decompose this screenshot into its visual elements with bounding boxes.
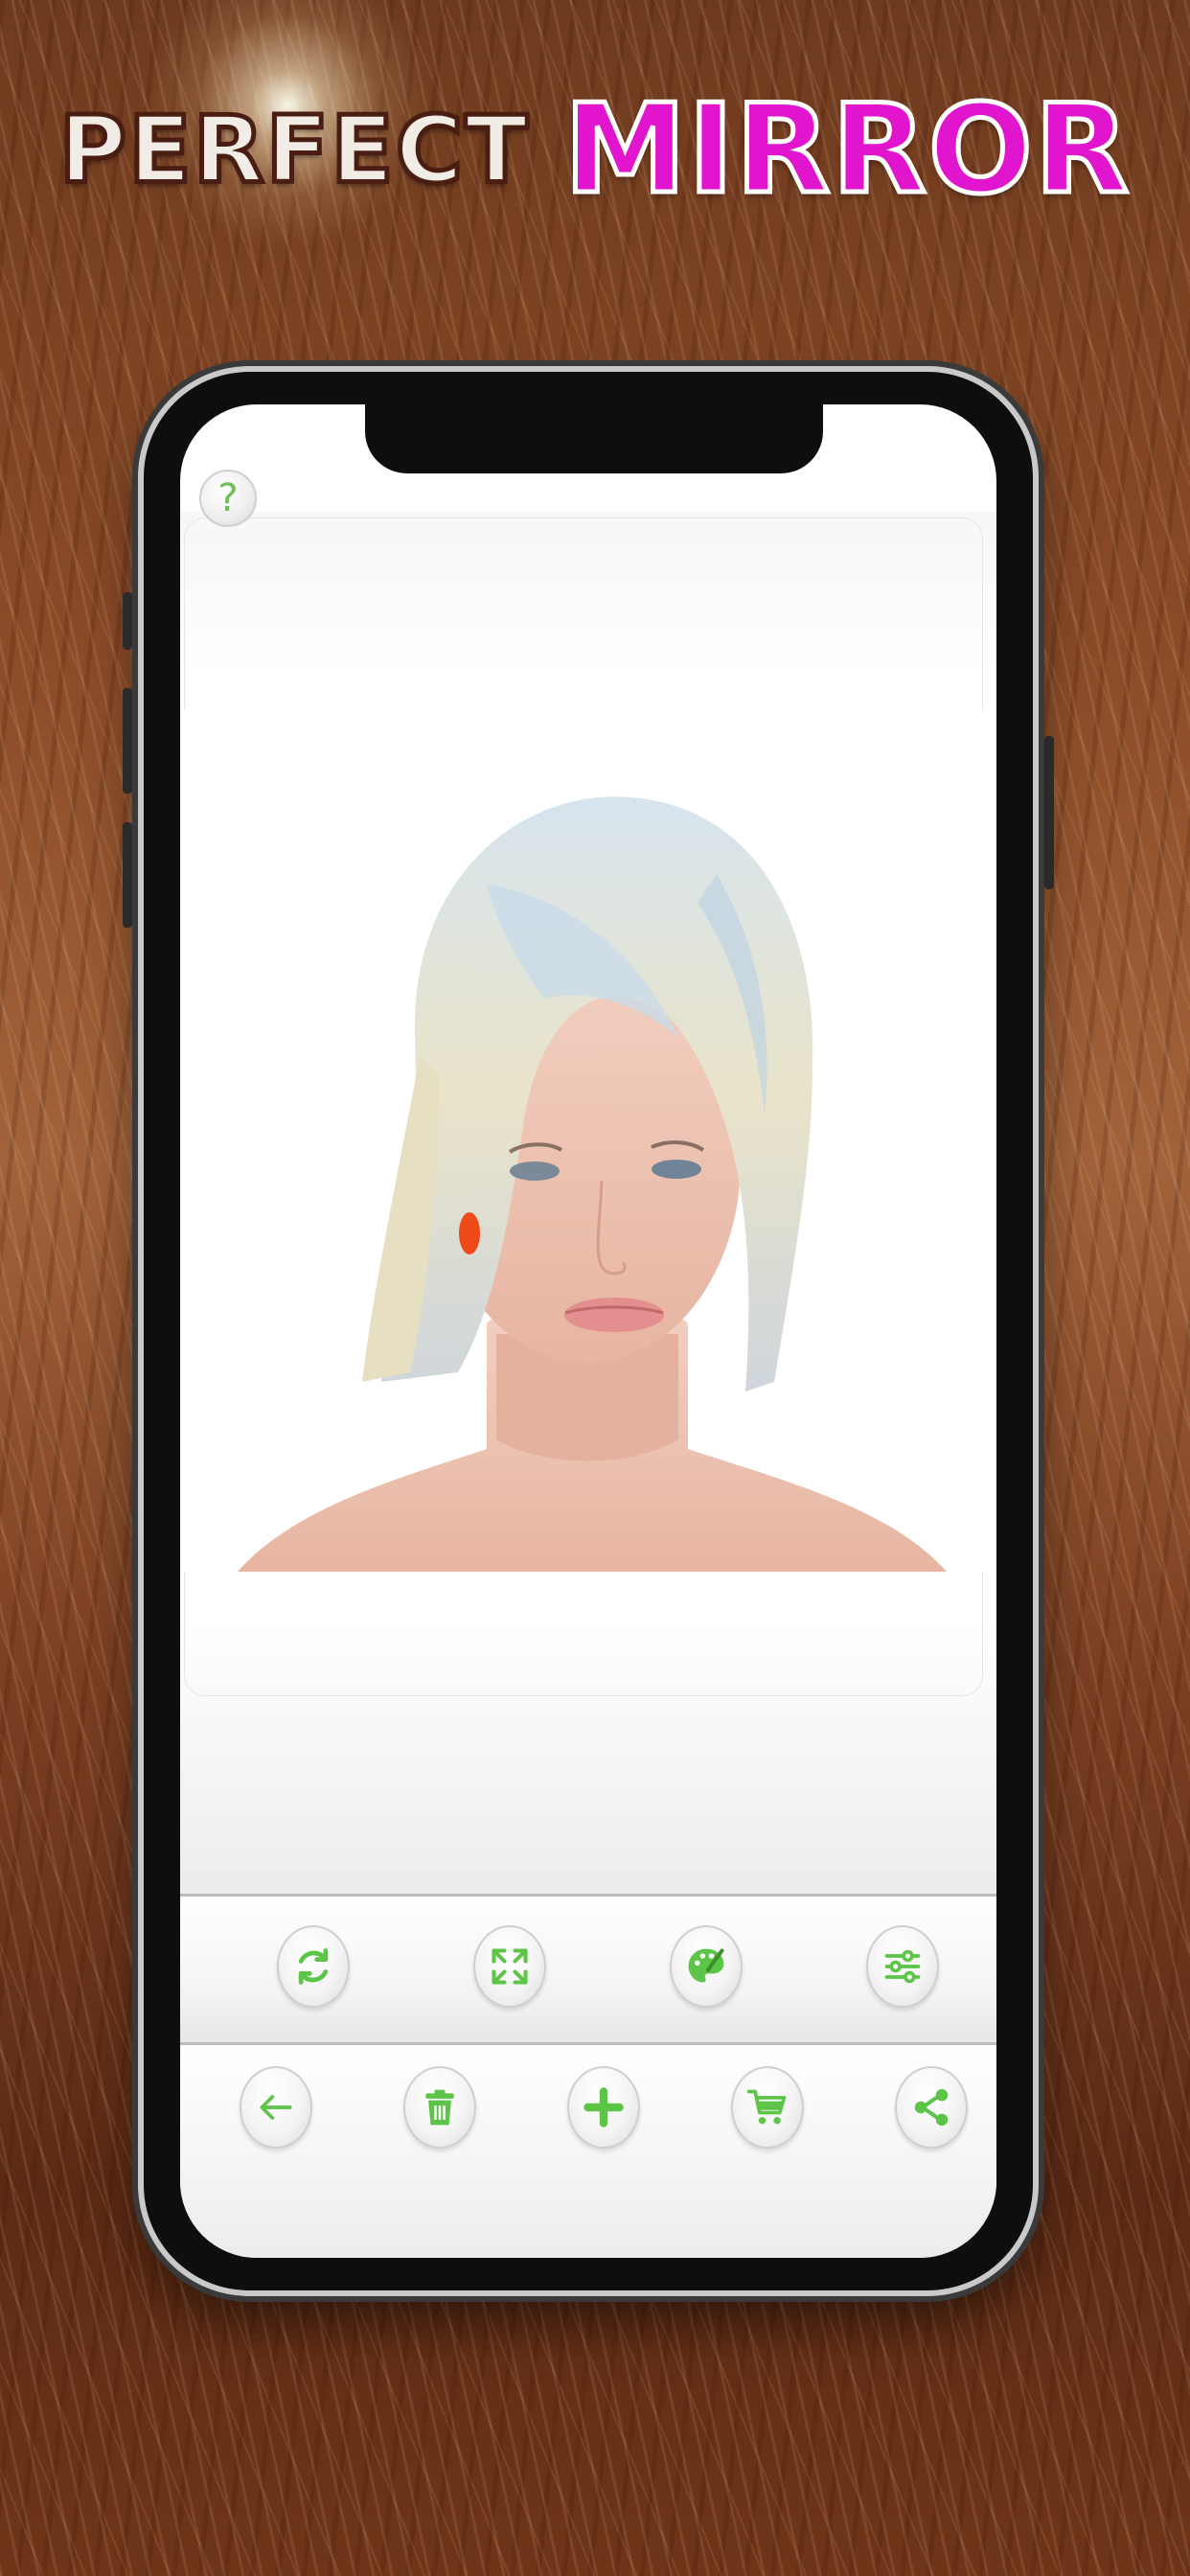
add-icon [584, 2087, 624, 2128]
adjust-button[interactable] [866, 1925, 939, 2008]
resize-button[interactable] [473, 1925, 546, 2008]
user-photo[interactable] [180, 711, 996, 1572]
refresh-icon [298, 1948, 329, 1985]
sliders-icon [884, 1949, 921, 1984]
banner-title-mirror: MIRROR [561, 77, 1132, 224]
back-button[interactable] [240, 2066, 312, 2149]
add-button[interactable] [567, 2066, 640, 2149]
banner-title: PERFECT MIRROR [0, 77, 1190, 224]
main-toolbar [180, 2045, 996, 2258]
edit-toolbar [180, 1894, 996, 2045]
app-screen: ? [180, 404, 996, 2258]
resize-icon [492, 1948, 528, 1985]
help-button[interactable]: ? [199, 470, 257, 527]
share-button[interactable] [895, 2066, 968, 2149]
phone-side-button [1044, 736, 1054, 889]
back-arrow-icon [260, 2095, 292, 2120]
delete-button[interactable] [403, 2066, 476, 2149]
refresh-button[interactable] [277, 1925, 350, 2008]
phone-side-button [123, 592, 132, 650]
share-icon [914, 2088, 949, 2127]
palette-icon [688, 1948, 724, 1983]
woman-portrait-image [180, 711, 996, 1572]
banner-title-perfect: PERFECT [57, 94, 530, 206]
cart-icon [746, 2089, 787, 2125]
phone-notch [365, 404, 823, 473]
trash-icon [425, 2089, 454, 2126]
palette-button[interactable] [670, 1925, 743, 2008]
cart-button[interactable] [731, 2066, 804, 2149]
phone-mockup: ? [123, 372, 1054, 2290]
phone-side-button [123, 688, 132, 794]
phone-side-button [123, 822, 132, 928]
